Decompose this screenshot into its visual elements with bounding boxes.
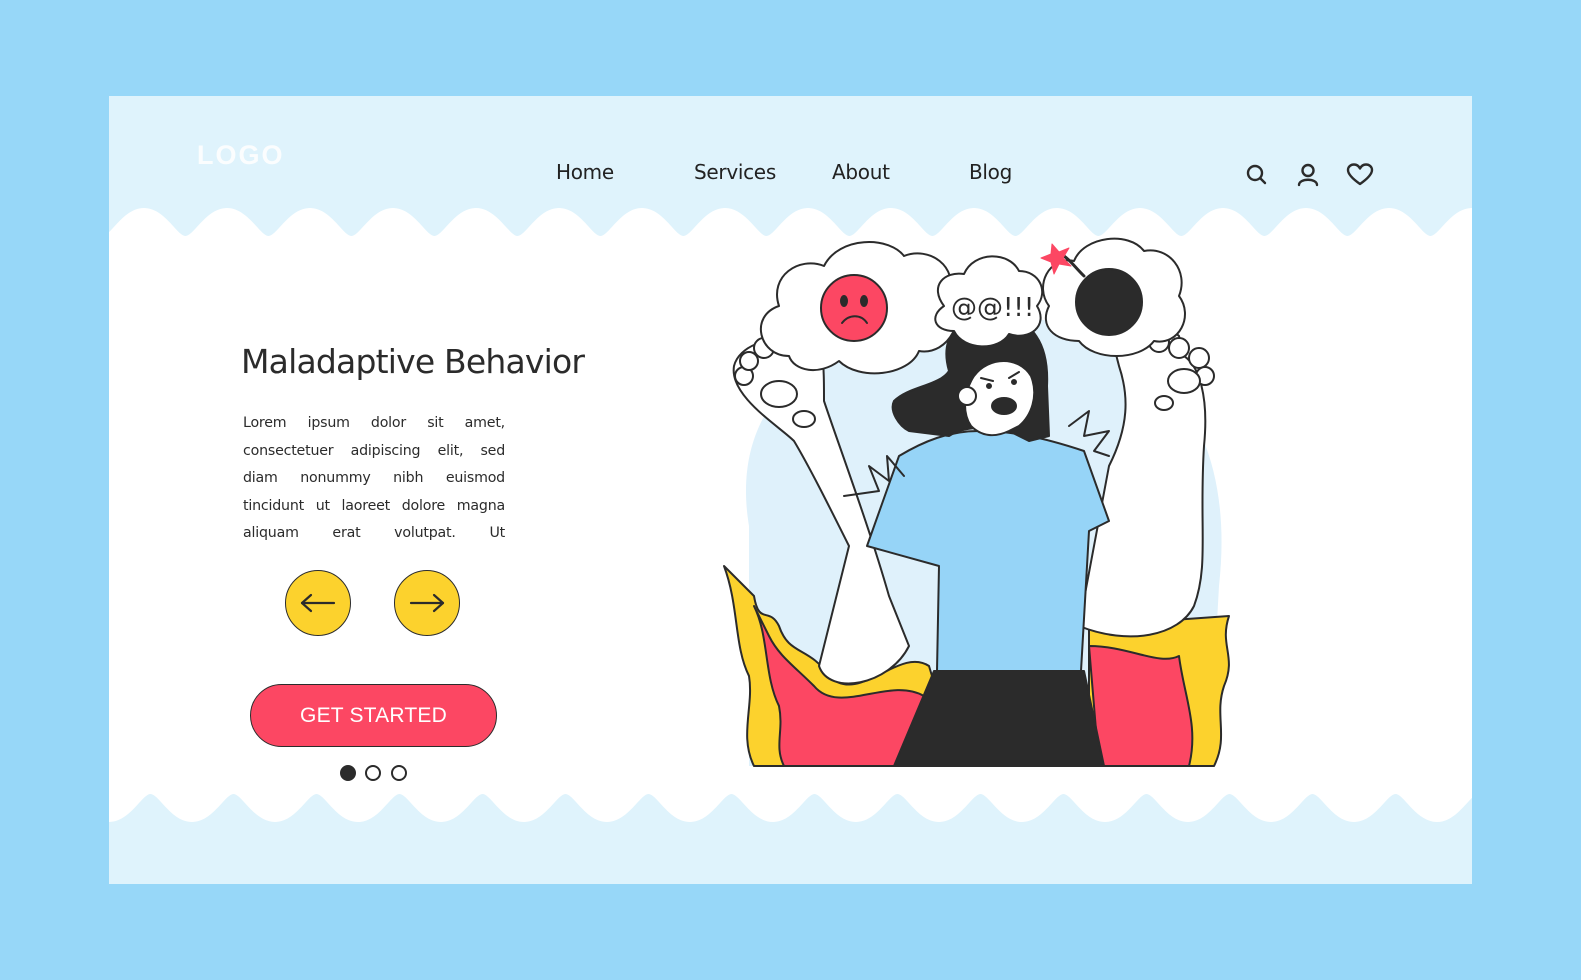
favorites-button[interactable] — [1345, 162, 1375, 188]
footer-wave-band — [109, 794, 1472, 884]
prev-button[interactable] — [285, 570, 351, 636]
landing-card: LOGO Home Services About Blog Maladaptiv… — [109, 96, 1472, 884]
get-started-button[interactable]: GET STARTED — [250, 684, 497, 747]
pagination-dot-2[interactable] — [365, 765, 381, 781]
hero-description: Lorem ipsum dolor sit amet, consectetuer… — [243, 415, 505, 541]
search-button[interactable] — [1244, 162, 1270, 188]
ear — [957, 386, 977, 406]
arrow-right-icon — [409, 593, 445, 613]
pagination-dot-3[interactable] — [391, 765, 407, 781]
nav-home[interactable]: Home — [556, 160, 614, 184]
account-button[interactable] — [1295, 162, 1321, 188]
user-icon — [1297, 163, 1319, 187]
heart-icon — [1346, 163, 1374, 186]
nav-about[interactable]: About — [832, 160, 890, 184]
mouth — [991, 397, 1017, 415]
flame-right-red — [1088, 645, 1194, 767]
arrow-left-icon — [300, 593, 336, 613]
bomb-icon — [1075, 268, 1143, 336]
page-title: Maladaptive Behavior — [241, 342, 585, 381]
nav-services[interactable]: Services — [694, 160, 776, 184]
sad-face-icon — [820, 274, 888, 342]
next-button[interactable] — [394, 570, 460, 636]
swear-text: @@!!! — [951, 293, 1034, 323]
hero-illustration: @@!!! — [723, 237, 1230, 767]
logo[interactable]: LOGO — [197, 140, 285, 171]
search-icon — [1246, 164, 1267, 185]
nav-blog[interactable]: Blog — [969, 160, 1012, 184]
pagination-dot-1[interactable] — [340, 765, 356, 781]
